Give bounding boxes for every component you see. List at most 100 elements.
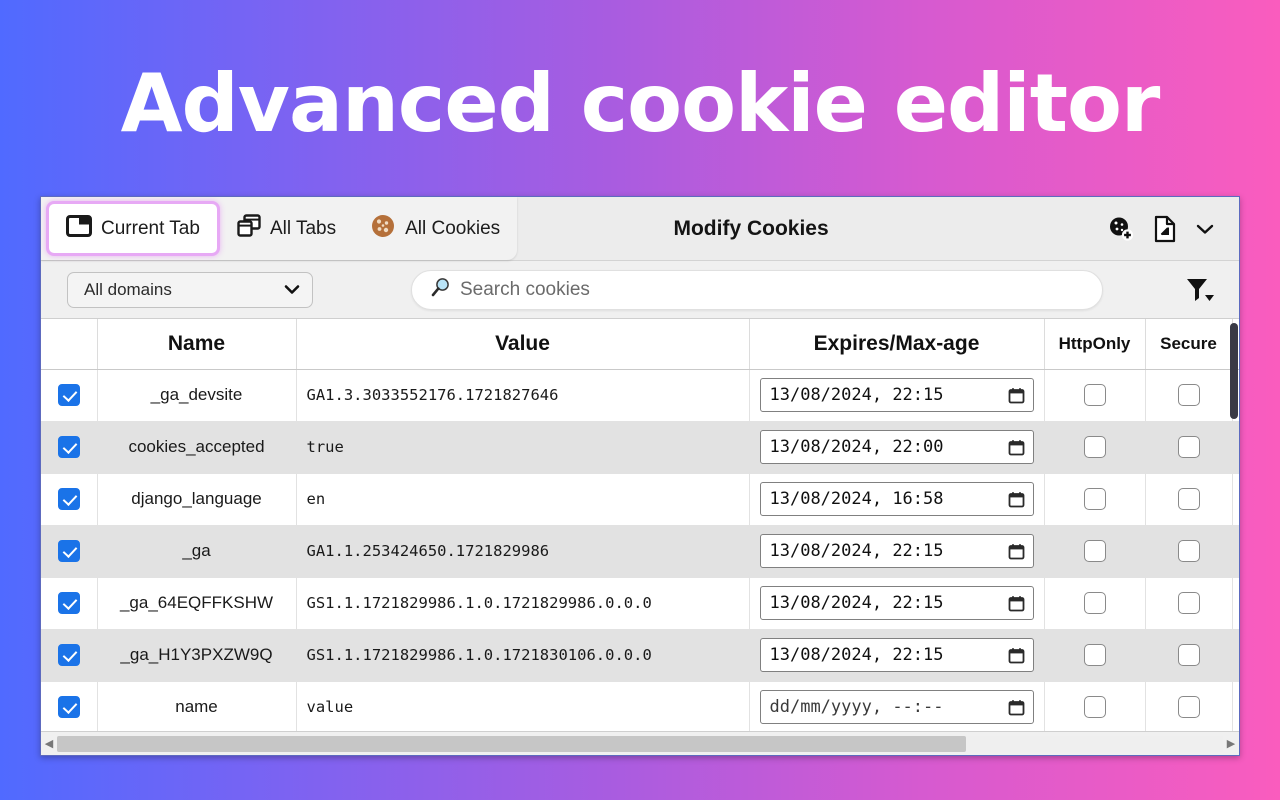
cookie-value-cell[interactable]: GA1.1.253424650.1721829986	[296, 525, 749, 577]
secure-cell[interactable]	[1145, 473, 1232, 525]
table-row: _ga_H1Y3PXZW9QGS1.1.1721829986.1.0.17218…	[41, 629, 1239, 681]
search-placeholder: Search cookies	[460, 279, 590, 301]
column-header-value[interactable]: Value	[296, 319, 749, 369]
row-select-checkbox[interactable]	[58, 592, 80, 614]
secure-checkbox[interactable]	[1178, 384, 1200, 406]
table-row: django_languageen 13/08/2024, 16:58	[41, 473, 1239, 525]
secure-cell[interactable]	[1145, 369, 1232, 421]
row-select-cell[interactable]	[41, 681, 97, 731]
chevron-down-icon[interactable]	[1193, 220, 1217, 238]
scroll-right-arrow[interactable]: ▶	[1223, 737, 1239, 750]
row-select-checkbox[interactable]	[58, 436, 80, 458]
secure-checkbox[interactable]	[1178, 540, 1200, 562]
httponly-checkbox[interactable]	[1084, 696, 1106, 718]
export-file-icon[interactable]	[1151, 213, 1179, 245]
row-select-checkbox[interactable]	[58, 384, 80, 406]
expires-date-input[interactable]: 13/08/2024, 22:15	[760, 534, 1034, 568]
expires-date-text: 13/08/2024, 22:15	[770, 385, 944, 405]
httponly-checkbox[interactable]	[1084, 540, 1106, 562]
row-select-cell[interactable]	[41, 473, 97, 525]
scroll-left-arrow[interactable]: ◀	[41, 737, 57, 750]
cookie-table-scroll: Name Value Expires/Max-age HttpOnly Secu…	[41, 319, 1239, 731]
cookie-name-cell[interactable]: _ga	[97, 525, 296, 577]
httponly-checkbox[interactable]	[1084, 592, 1106, 614]
row-select-checkbox[interactable]	[58, 488, 80, 510]
tab-label: All Tabs	[270, 218, 336, 240]
horizontal-scrollbar[interactable]: ◀ ▶	[41, 731, 1239, 755]
expires-date-input[interactable]: 13/08/2024, 22:00	[760, 430, 1034, 464]
row-select-cell[interactable]	[41, 421, 97, 473]
cookie-name-cell[interactable]: _ga_64EQFFKSHW	[97, 577, 296, 629]
row-select-checkbox[interactable]	[58, 644, 80, 666]
row-select-cell[interactable]	[41, 369, 97, 421]
httponly-cell[interactable]	[1044, 681, 1145, 731]
row-select-checkbox[interactable]	[58, 540, 80, 562]
row-select-cell[interactable]	[41, 525, 97, 577]
cookie-value-cell[interactable]: true	[296, 421, 749, 473]
secure-cell[interactable]	[1145, 525, 1232, 577]
secure-checkbox[interactable]	[1178, 592, 1200, 614]
expires-date-text: 13/08/2024, 22:15	[770, 593, 944, 613]
column-header-httponly[interactable]: HttpOnly	[1044, 319, 1145, 369]
httponly-cell[interactable]	[1044, 577, 1145, 629]
filter-button[interactable]	[1179, 272, 1221, 308]
add-cookie-icon[interactable]	[1105, 213, 1137, 245]
row-select-checkbox[interactable]	[58, 696, 80, 718]
httponly-cell[interactable]	[1044, 525, 1145, 577]
secure-checkbox[interactable]	[1178, 436, 1200, 458]
cookie-value-cell[interactable]: GS1.1.1721829986.1.0.1721830106.0.0.0	[296, 629, 749, 681]
httponly-checkbox[interactable]	[1084, 436, 1106, 458]
column-header-secure[interactable]: Secure	[1145, 319, 1232, 369]
secure-checkbox[interactable]	[1178, 644, 1200, 666]
tab-current-tab[interactable]: Current Tab	[46, 201, 220, 256]
horizontal-scrollbar-track[interactable]	[57, 736, 1223, 752]
httponly-cell[interactable]	[1044, 473, 1145, 525]
expires-date-input[interactable]: dd/mm/yyyy, --:--	[760, 690, 1034, 724]
secure-cell[interactable]	[1145, 577, 1232, 629]
vertical-scrollbar[interactable]	[1228, 319, 1239, 731]
secure-checkbox[interactable]	[1178, 488, 1200, 510]
secure-checkbox[interactable]	[1178, 696, 1200, 718]
column-header-select[interactable]	[41, 319, 97, 369]
cookie-value-cell[interactable]: en	[296, 473, 749, 525]
expires-date-input[interactable]: 13/08/2024, 16:58	[760, 482, 1034, 516]
cookie-name-cell[interactable]: django_language	[97, 473, 296, 525]
secure-cell[interactable]	[1145, 681, 1232, 731]
cookie-icon	[370, 213, 396, 245]
httponly-checkbox[interactable]	[1084, 644, 1106, 666]
expires-date-input[interactable]: 13/08/2024, 22:15	[760, 378, 1034, 412]
cookie-expires-cell: 13/08/2024, 22:15	[749, 525, 1044, 577]
httponly-cell[interactable]	[1044, 421, 1145, 473]
cookie-name-cell[interactable]: cookies_accepted	[97, 421, 296, 473]
row-select-cell[interactable]	[41, 629, 97, 681]
cookie-value-cell[interactable]: GS1.1.1721829986.1.0.1721829986.0.0.0	[296, 577, 749, 629]
calendar-icon	[1008, 491, 1025, 508]
expires-date-input[interactable]: 13/08/2024, 22:15	[760, 586, 1034, 620]
row-select-cell[interactable]	[41, 577, 97, 629]
expires-date-text: 13/08/2024, 16:58	[770, 489, 944, 509]
cookie-table-body: _ga_devsiteGA1.3.3033552176.1721827646 13…	[41, 369, 1239, 731]
tab-all-cookies[interactable]: All Cookies	[353, 197, 517, 260]
calendar-icon	[1008, 387, 1025, 404]
httponly-cell[interactable]	[1044, 629, 1145, 681]
cookie-value-cell[interactable]: GA1.3.3033552176.1721827646	[296, 369, 749, 421]
vertical-scrollbar-thumb[interactable]	[1230, 323, 1238, 419]
cookie-name-cell[interactable]: _ga_devsite	[97, 369, 296, 421]
window-icon	[66, 215, 92, 243]
cookie-value-cell[interactable]: value	[296, 681, 749, 731]
search-input[interactable]: Search cookies	[411, 270, 1103, 310]
httponly-checkbox[interactable]	[1084, 488, 1106, 510]
cookie-name-cell[interactable]: _ga_H1Y3PXZW9Q	[97, 629, 296, 681]
cookie-name-cell[interactable]: name	[97, 681, 296, 731]
secure-cell[interactable]	[1145, 629, 1232, 681]
httponly-cell[interactable]	[1044, 369, 1145, 421]
httponly-checkbox[interactable]	[1084, 384, 1106, 406]
tab-all-tabs[interactable]: All Tabs	[220, 197, 353, 260]
column-header-name[interactable]: Name	[97, 319, 296, 369]
column-header-expires[interactable]: Expires/Max-age	[749, 319, 1044, 369]
expires-date-input[interactable]: 13/08/2024, 22:15	[760, 638, 1034, 672]
horizontal-scrollbar-thumb[interactable]	[57, 736, 966, 752]
domain-select[interactable]: All domains	[67, 272, 313, 308]
table-row: _gaGA1.1.253424650.1721829986 13/08/2024,…	[41, 525, 1239, 577]
secure-cell[interactable]	[1145, 421, 1232, 473]
